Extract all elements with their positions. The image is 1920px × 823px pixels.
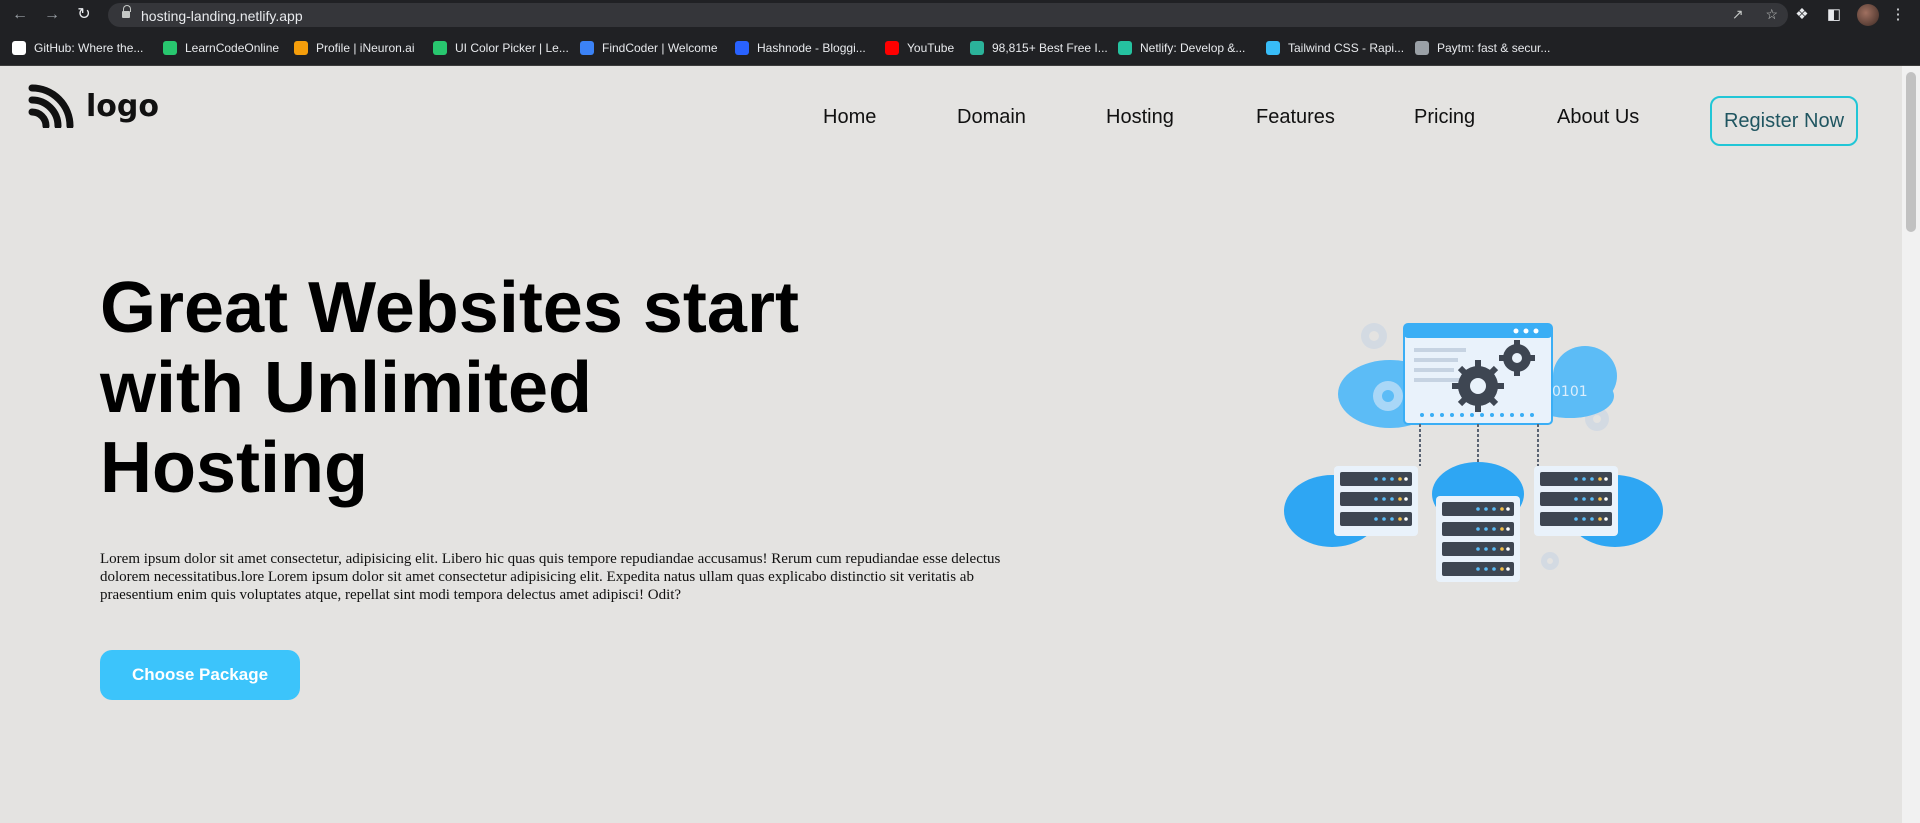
bookmark-label: Tailwind CSS - Rapi... <box>1288 41 1405 55</box>
landing-page: logo Home Domain Hosting Features Pricin… <box>0 66 1902 823</box>
extensions-icon[interactable]: ❖ <box>1792 5 1812 25</box>
tailwind-icon <box>1266 41 1280 55</box>
learncodeonline-icon <box>163 41 177 55</box>
bookmark-label: FindCoder | Welcome <box>602 41 718 55</box>
findcoder-icon <box>580 41 594 55</box>
github-icon <box>12 41 26 55</box>
bookmark-item[interactable]: Paytm: fast & secur... <box>1415 39 1550 57</box>
share-icon[interactable]: ↗ <box>1732 6 1744 22</box>
nav-pricing[interactable]: Pricing <box>1414 106 1475 129</box>
bookmark-star-icon[interactable]: ☆ <box>1765 6 1778 22</box>
register-now-button[interactable]: Register Now <box>1710 96 1858 146</box>
bookmark-label: YouTube <box>907 41 955 55</box>
bookmark-item[interactable]: FindCoder | Welcome <box>580 39 718 57</box>
bookmark-item[interactable]: Netlify: Develop &... <box>1118 39 1245 57</box>
youtube-icon <box>885 41 899 55</box>
bookmark-item[interactable]: 98,815+ Best Free I... <box>970 39 1108 57</box>
nav-about-us[interactable]: About Us <box>1557 106 1639 129</box>
logo-icon <box>28 84 74 128</box>
colorpicker-icon <box>433 41 447 55</box>
more-menu-icon[interactable]: ⋮ <box>1888 5 1908 25</box>
bookmark-item[interactable]: YouTube <box>885 39 954 57</box>
ineuron-icon <box>294 41 308 55</box>
hashnode-icon <box>735 41 749 55</box>
cloud-hosting-illustration: 0101 <box>1284 323 1663 582</box>
bookmark-item[interactable]: GitHub: Where the... <box>12 39 143 57</box>
bookmark-label: Netlify: Develop &... <box>1140 41 1246 55</box>
bookmark-label: Hashnode - Bloggi... <box>757 41 866 55</box>
bookmark-label: LearnCodeOnline <box>185 41 280 55</box>
reload-icon[interactable]: ↻ <box>74 5 94 25</box>
paytm-icon <box>1415 41 1429 55</box>
forward-arrow-icon[interactable]: → <box>42 5 62 25</box>
scrollbar-thumb[interactable] <box>1906 72 1916 232</box>
page-scrollbar[interactable] <box>1902 66 1920 823</box>
browser-toolbar: ← → ↻ hosting-landing.netlify.app ↗ ☆ ❖ … <box>0 0 1920 30</box>
url-text[interactable]: hosting-landing.netlify.app <box>141 8 303 24</box>
bookmark-item[interactable]: Tailwind CSS - Rapi... <box>1266 39 1404 57</box>
bookmark-item[interactable]: Hashnode - Bloggi... <box>735 39 866 57</box>
hero-title-line: Hosting <box>100 428 368 508</box>
address-bar[interactable]: hosting-landing.netlify.app ↗ ☆ <box>108 3 1788 27</box>
bookmark-item[interactable]: LearnCodeOnline <box>163 39 279 57</box>
bookmark-item[interactable]: Profile | iNeuron.ai <box>294 39 415 57</box>
freeimages-icon <box>970 41 984 55</box>
profile-avatar[interactable] <box>1857 4 1879 26</box>
lock-icon <box>122 5 131 19</box>
site-logo[interactable]: logo <box>28 84 159 128</box>
nav-features[interactable]: Features <box>1256 106 1335 129</box>
bookmarks-bar: GitHub: Where the... LearnCodeOnline Profi… <box>0 30 1920 66</box>
side-panel-icon[interactable]: ◧ <box>1824 5 1844 25</box>
bookmark-label: GitHub: Where the... <box>34 41 144 55</box>
nav-home[interactable]: Home <box>823 106 876 129</box>
choose-package-button[interactable]: Choose Package <box>100 650 300 700</box>
bookmark-item[interactable]: UI Color Picker | Le... <box>433 39 569 57</box>
binary-text: 0101 <box>1552 384 1588 400</box>
hero-title-line: Great Websites start <box>100 268 799 348</box>
logo-text: logo <box>86 88 159 124</box>
bookmark-label: Paytm: fast & secur... <box>1437 41 1551 55</box>
bookmark-label: UI Color Picker | Le... <box>455 41 569 55</box>
hero-title-line: with Unlimited <box>100 348 592 428</box>
netlify-icon <box>1118 41 1132 55</box>
back-arrow-icon[interactable]: ← <box>10 5 30 25</box>
hero-description: Lorem ipsum dolor sit amet consectetur, … <box>100 551 1001 603</box>
bookmark-label: Profile | iNeuron.ai <box>316 41 415 55</box>
nav-hosting[interactable]: Hosting <box>1106 106 1174 129</box>
nav-domain[interactable]: Domain <box>957 106 1026 129</box>
bookmark-label: 98,815+ Best Free I... <box>992 41 1108 55</box>
hero-title: Great Websites start with Unlimited Host… <box>100 268 860 508</box>
